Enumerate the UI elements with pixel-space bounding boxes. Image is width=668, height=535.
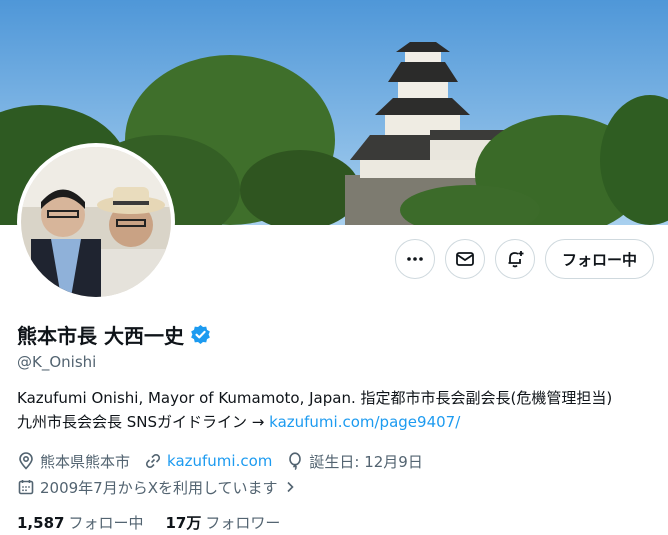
followers-stat[interactable]: 17万 フォロワー	[165, 512, 280, 533]
bio-line-1: Kazufumi Onishi, Mayor of Kumamoto, Japa…	[17, 389, 613, 407]
message-button[interactable]	[444, 239, 485, 279]
more-icon	[407, 257, 423, 261]
bell-plus-icon	[508, 251, 524, 268]
bio-line-2: 九州市長会会長 SNSガイドライン → kazufumi.com/page940…	[17, 410, 657, 434]
profile-actions: フォロー中	[394, 239, 654, 279]
user-handle: @K_Onishi	[17, 353, 97, 371]
birthday-item: 誕生日: 12月9日	[286, 451, 423, 472]
profile-bio: Kazufumi Onishi, Mayor of Kumamoto, Japa…	[17, 386, 657, 434]
notify-button[interactable]	[494, 239, 535, 279]
display-name: 熊本市長 大西一史	[17, 324, 184, 348]
mail-icon	[456, 252, 474, 266]
link-icon	[146, 453, 161, 469]
birthday-text: 誕生日: 12月9日	[309, 452, 423, 471]
followers-count: 17万	[165, 514, 202, 532]
joined-item[interactable]: 2009年7月からXを利用しています	[17, 477, 297, 498]
chevron-right-icon	[286, 481, 294, 493]
following-stat[interactable]: 1,587 フォロー中	[17, 512, 143, 533]
website-item: kazufumi.com	[144, 452, 272, 470]
balloon-icon	[289, 452, 302, 470]
calendar-icon	[18, 480, 34, 495]
follow-stats: 1,587 フォロー中 17万 フォロワー	[17, 512, 280, 533]
more-button[interactable]	[394, 239, 435, 279]
avatar-image	[21, 147, 171, 297]
verified-badge-icon[interactable]	[190, 324, 211, 345]
followers-label: フォロワー	[205, 514, 281, 532]
meta-row-2: 2009年7月からXを利用しています	[17, 474, 437, 500]
profile-avatar[interactable]	[17, 143, 175, 301]
following-button[interactable]: フォロー中	[544, 239, 654, 279]
meta-row-1: 熊本県熊本市 kazufumi.com 誕生日: 12月9日	[17, 448, 437, 474]
name-row: 熊本市長 大西一史	[17, 320, 211, 349]
following-label: フォロー中	[68, 514, 144, 532]
following-count: 1,587	[17, 514, 65, 532]
location-text: 熊本県熊本市	[40, 452, 131, 471]
joined-text: 2009年7月からXを利用しています	[40, 478, 278, 497]
bio-link[interactable]: kazufumi.com/page9407/	[269, 413, 460, 431]
website-link[interactable]: kazufumi.com	[167, 452, 272, 470]
location-icon	[19, 452, 33, 470]
location-item: 熊本県熊本市	[17, 451, 130, 472]
profile-meta: 熊本県熊本市 kazufumi.com 誕生日: 12月9日 2009年7月から…	[17, 448, 437, 500]
bio-text: 九州市長会会長 SNSガイドライン →	[17, 413, 270, 431]
